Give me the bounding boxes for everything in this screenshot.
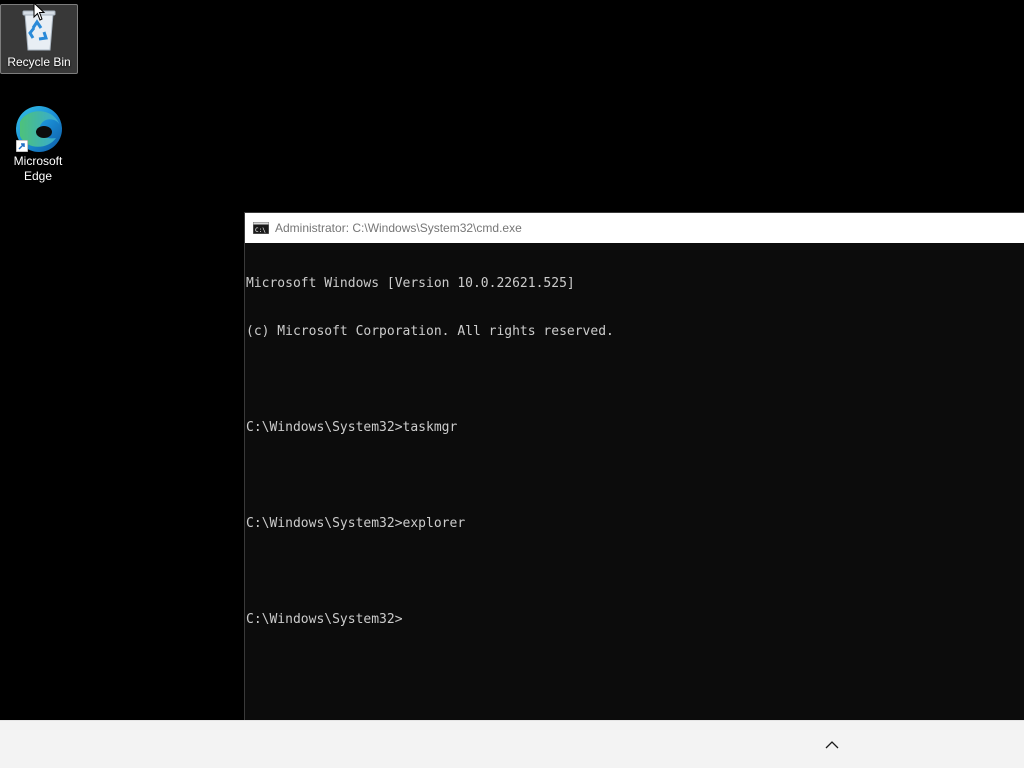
desktop-icon-label: Microsoft Edge (13, 154, 63, 183)
cmd-titlebar[interactable]: C:\ Administrator: C:\Windows\System32\c… (245, 213, 1024, 243)
show-hidden-icons-button[interactable] (820, 733, 844, 757)
chevron-up-icon (825, 741, 839, 749)
svg-text:C:\: C:\ (255, 227, 266, 234)
console-line: (c) Microsoft Corporation. All rights re… (246, 324, 614, 339)
desktop-icon-microsoft-edge[interactable]: Microsoft Edge (0, 104, 76, 186)
shortcut-arrow-icon (16, 140, 28, 152)
console-prompt[interactable]: C:\Windows\System32> (246, 612, 1024, 628)
console-line: Microsoft Windows [Version 10.0.22621.52… (246, 276, 575, 291)
cmd-app-icon: C:\ (253, 222, 269, 234)
console-line: C:\Windows\System32>taskmgr (246, 420, 458, 435)
cmd-window-title: Administrator: C:\Windows\System32\cmd.e… (275, 221, 522, 235)
cmd-window[interactable]: C:\ Administrator: C:\Windows\System32\c… (244, 212, 1024, 721)
desktop-icon-label: Recycle Bin (7, 55, 71, 69)
console-output[interactable]: Microsoft Windows [Version 10.0.22621.52… (245, 243, 1024, 660)
console-line: C:\Windows\System32>explorer (246, 516, 466, 531)
edge-icon (14, 104, 62, 152)
taskbar (0, 720, 1024, 768)
mouse-cursor-icon (33, 2, 46, 21)
